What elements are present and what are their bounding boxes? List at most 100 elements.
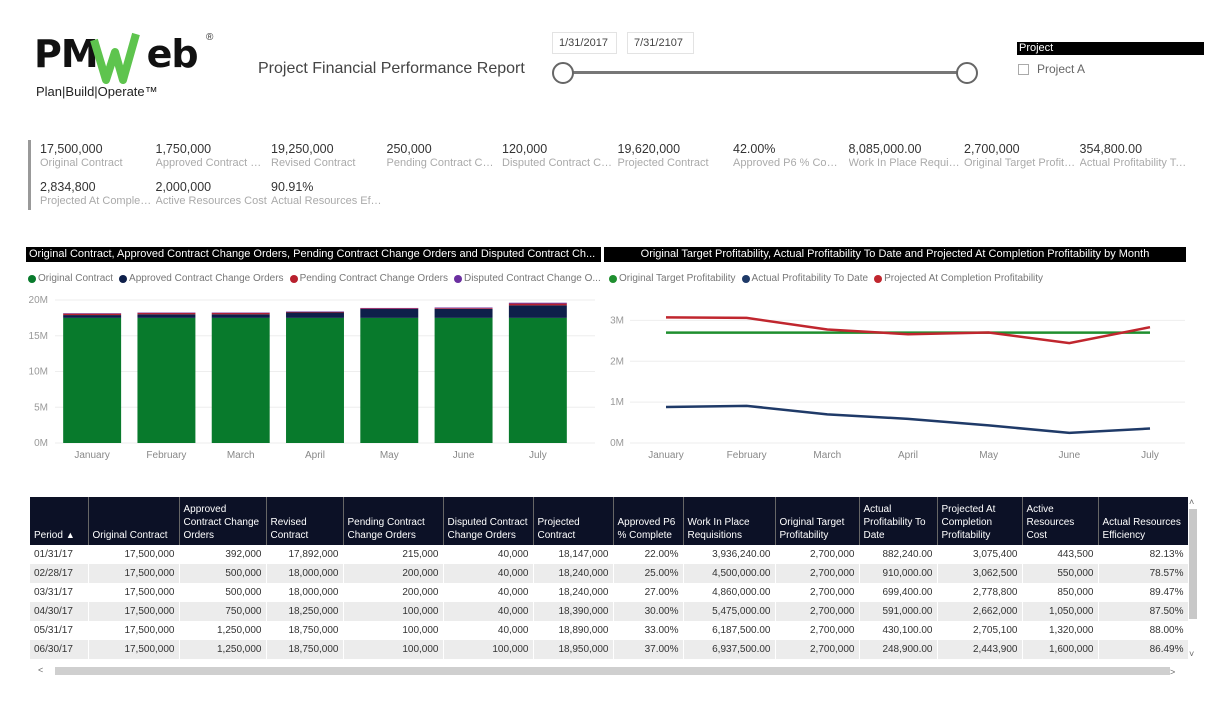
scroll-up-icon[interactable]: ˄	[1189, 497, 1194, 507]
column-header[interactable]: Active Resources Cost	[1022, 497, 1099, 545]
table-cell: 03/31/17	[30, 583, 89, 602]
column-header[interactable]: Revised Contract	[266, 497, 344, 545]
column-header-label: Projected At Completion Profitability	[941, 504, 996, 541]
column-header[interactable]: Disputed Contract Change Orders	[443, 497, 534, 545]
column-header[interactable]: Work In Place Requisitions	[683, 497, 776, 545]
table-row[interactable]: 04/30/17 17,500,000 750,000 18,250,000 100,0…	[30, 602, 1188, 621]
table-row[interactable]: 02/28/17 17,500,000 500,000 18,000,000 200,0…	[30, 564, 1188, 583]
table-row[interactable]: 06/30/17 17,500,000 1,250,000 18,750,000 100…	[30, 640, 1188, 659]
column-header[interactable]: Actual Resources Efficiency	[1098, 497, 1188, 545]
column-header[interactable]: Period ▲	[30, 497, 89, 545]
kpi-card: 42.00%Approved P6 % Complete	[733, 142, 845, 169]
sort-ascending-icon[interactable]: ▲	[66, 530, 75, 540]
legend-item[interactable]: Actual Profitability To Date	[741, 273, 868, 284]
legend-item[interactable]: Pending Contract Change Orders	[289, 273, 448, 284]
date-range-start-handle[interactable]	[552, 62, 574, 84]
column-header[interactable]: Original Target Profitability	[775, 497, 860, 545]
kpi-card: 120,000Disputed Contract Change Orders	[502, 142, 614, 169]
column-header[interactable]: Pending Contract Change Orders	[343, 497, 444, 545]
y-tick-label: 0M	[610, 438, 624, 449]
series-line	[665, 404, 1151, 435]
table-cell: 18,000,000	[266, 583, 344, 602]
table-cell: 02/28/17	[30, 564, 89, 583]
contract-chart-legend: Original Contract Approved Contract Chan…	[28, 273, 601, 284]
table-cell: 40,000	[443, 564, 534, 583]
start-date-input[interactable]: 1/31/2017	[552, 32, 617, 54]
date-range-slider-track[interactable]	[562, 71, 968, 74]
horizontal-scroll-thumb[interactable]	[55, 667, 1170, 675]
table-cell: 17,500,000	[88, 564, 180, 583]
kpi-value: 42.00%	[733, 142, 776, 156]
table-cell: 4,860,000.00	[683, 583, 776, 602]
project-slicer-header: Project	[1017, 42, 1204, 55]
bar-segment	[508, 305, 567, 318]
kpi-value: 120,000	[502, 142, 548, 156]
scroll-left-icon[interactable]: <	[38, 665, 43, 675]
project-a-checkbox[interactable]	[1018, 63, 1029, 75]
table-cell: 18,750,000	[266, 621, 344, 640]
column-header[interactable]: Approved Contract Change Orders	[179, 497, 267, 545]
table-cell: 443,500	[1022, 545, 1099, 564]
table-cell: 100,000	[343, 602, 444, 621]
table-cell: 01/31/17	[30, 545, 89, 564]
legend-label: Original Contract	[38, 273, 114, 284]
table-cell: 25.00%	[613, 564, 684, 583]
column-header-label: Original Contract	[92, 530, 168, 541]
bar-segment	[137, 314, 196, 318]
table-cell: 1,250,000	[179, 621, 267, 640]
scroll-down-icon[interactable]: ˅	[1189, 649, 1194, 659]
table-cell: 40,000	[443, 602, 534, 621]
table-cell: 18,240,000	[533, 583, 614, 602]
contract-stacked-bar-chart: 0M 5M 10M 15M 20M January February March April Ma…	[29, 295, 595, 461]
table-row[interactable]: 03/31/17 17,500,000 500,000 18,000,000 200,0…	[30, 583, 1188, 602]
bar-segment	[63, 315, 122, 318]
project-a-label: Project A	[1037, 62, 1086, 76]
legend-item[interactable]: Approved Contract Change Orders	[119, 273, 284, 284]
kpi-card: 354,800.00Actual Profitability To Date	[1080, 142, 1192, 169]
project-slicer-item[interactable]: Project A	[1018, 62, 1085, 76]
table-cell: 3,062,500	[937, 564, 1023, 583]
table-cell: 2,700,000	[775, 640, 860, 659]
table-vertical-scrollbar[interactable]: ˄ ˅	[1188, 497, 1198, 667]
legend-item[interactable]: Projected At Completion Profitability	[874, 273, 1043, 284]
bar-segment	[360, 308, 419, 318]
kpi-card: 17,500,000 Original Contract	[40, 142, 152, 169]
table-cell: 699,400.00	[859, 583, 938, 602]
bar-segment	[211, 317, 270, 443]
legend-item[interactable]: Disputed Contract Change O...	[453, 273, 601, 284]
column-header-label: Actual Profitability To Date	[863, 504, 926, 541]
vertical-scroll-thumb[interactable]	[1189, 509, 1197, 619]
kpi-value: 1,750,000	[155, 142, 212, 156]
profitability-line-chart: 0M 1M 2M 3M January February March April May June…	[610, 315, 1185, 461]
kpi-value: 8,085,000.00	[848, 142, 922, 156]
column-header[interactable]: Projected Contract	[533, 497, 614, 545]
column-header[interactable]: Approved P6 % Complete	[613, 497, 684, 545]
kpi-card: 19,620,000 Projected Contract	[618, 142, 730, 169]
scroll-right-icon[interactable]: >	[1170, 667, 1175, 677]
table-row[interactable]: 01/31/17 17,500,000 392,000 17,892,000 215,0…	[30, 545, 1188, 564]
legend-item[interactable]: Original Target Profitability	[609, 273, 736, 284]
column-header[interactable]: Actual Profitability To Date	[859, 497, 938, 545]
table-cell: 100,000	[343, 621, 444, 640]
column-header[interactable]: Original Contract	[88, 497, 180, 545]
table-cell: 18,147,000	[533, 545, 614, 564]
date-range-end-handle[interactable]	[956, 62, 978, 84]
table-cell: 33.00%	[613, 621, 684, 640]
table-cell: 882,240.00	[859, 545, 938, 564]
table-cell: 591,000.00	[859, 602, 938, 621]
kpi-value: 17,500,000	[40, 142, 103, 156]
kpi-label: Active Resources Cost	[155, 195, 267, 207]
kpi-card: 90.91%Actual Resources Efficiency	[271, 180, 383, 207]
x-tick-label: February	[727, 450, 767, 461]
table-cell: 37.00%	[613, 640, 684, 659]
kpi-label: Work In Place Requisitions	[848, 157, 961, 169]
table-row[interactable]: 05/31/17 17,500,000 1,250,000 18,750,000 100…	[30, 621, 1188, 640]
bar-segment	[434, 308, 493, 318]
table-cell: 88.00%	[1098, 621, 1188, 640]
end-date-input[interactable]: 7/31/2107	[627, 32, 694, 54]
column-header[interactable]: Projected At Completion Profitability	[937, 497, 1023, 545]
table-cell: 22.00%	[613, 545, 684, 564]
legend-item[interactable]: Original Contract	[28, 273, 113, 284]
table-cell: 40,000	[443, 583, 534, 602]
table-cell: 910,000.00	[859, 564, 938, 583]
